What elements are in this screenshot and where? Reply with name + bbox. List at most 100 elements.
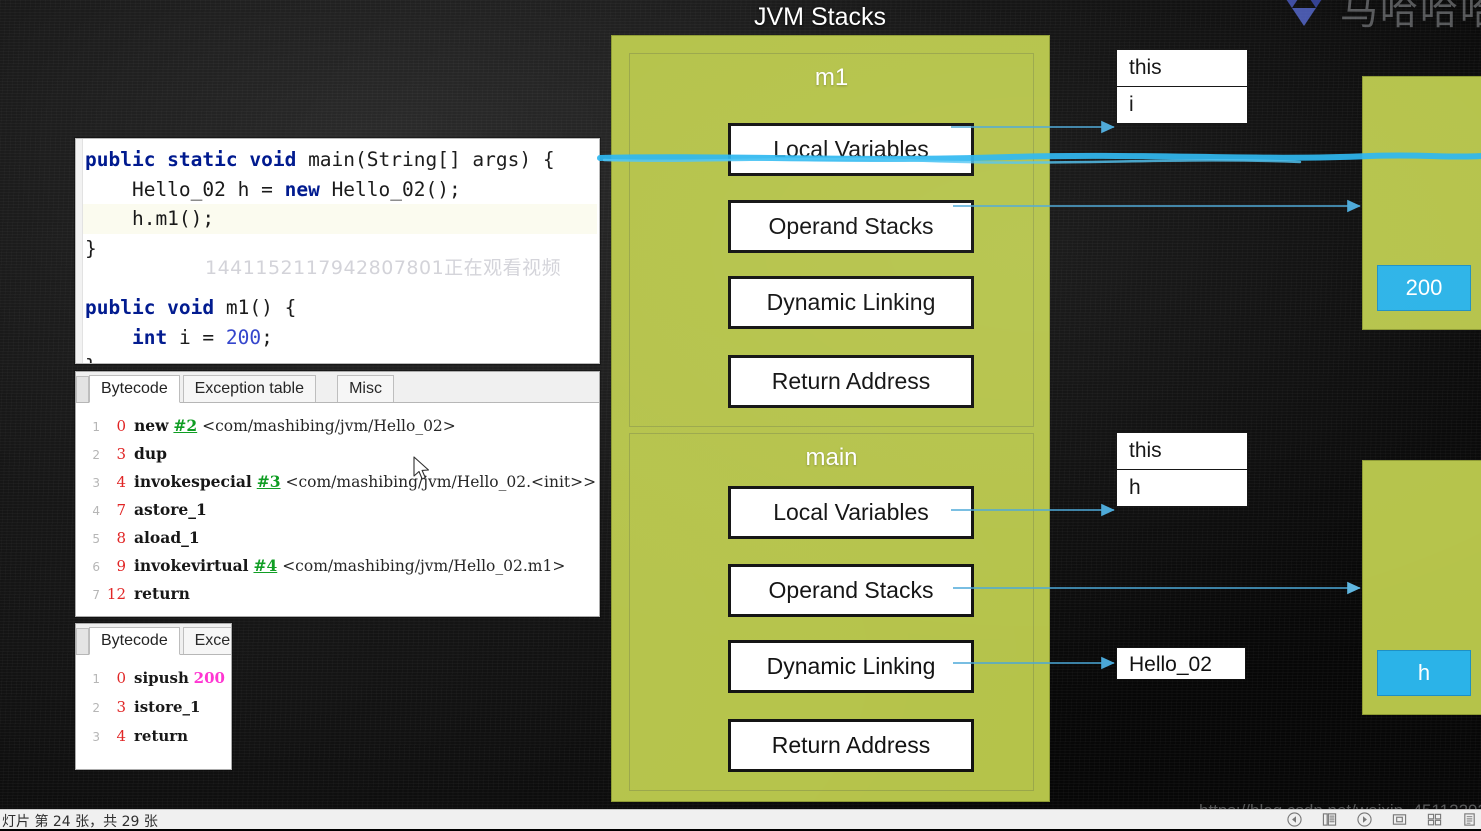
next-slide-icon[interactable]	[1357, 812, 1372, 827]
row-line-number: 3	[92, 476, 100, 490]
brand-logo: 马哈哈哈	[1268, 0, 1481, 42]
row-argument: <com/mashibing/jvm/Hello_02.m1>	[282, 557, 566, 575]
m1-dynamic-linking-slot: Dynamic Linking	[728, 276, 974, 329]
stack-frame-m1-title: m1	[814, 64, 849, 91]
bytecode-row[interactable]: 2 3 dup	[76, 440, 599, 468]
tab-bytecode[interactable]: Bytecode	[89, 375, 180, 403]
tab-exception-table[interactable]: Exception table	[182, 375, 316, 402]
operand-value-200: 200	[1377, 265, 1471, 311]
row-offset: 7	[116, 501, 126, 519]
row-offset: 12	[106, 585, 126, 603]
reading-view-icon[interactable]	[1392, 812, 1407, 827]
tab-exce[interactable]: Exce	[182, 627, 231, 654]
row-constant-ref[interactable]: #2	[173, 416, 197, 435]
main-local-h: h	[1129, 476, 1141, 499]
bytecode-row[interactable]: 7 12 return	[76, 580, 599, 608]
operand-value-h: h	[1377, 650, 1471, 696]
m1-local-this: this	[1117, 50, 1247, 87]
m1-local-variable-table: this i	[1116, 49, 1248, 124]
bytecode-row[interactable]: 3 4 invokespecial #3 <com/mashibing/jvm/He…	[76, 468, 599, 496]
row-opcode: invokespecial	[134, 472, 252, 491]
bytecode-row[interactable]: 3 4 return	[76, 722, 231, 751]
row-opcode: astore_1	[134, 500, 207, 519]
jvm-stacks-title: JVM Stacks	[754, 3, 886, 31]
bytecode-row[interactable]: 5 8 aload_1	[76, 524, 599, 552]
row-line-number: 3	[92, 730, 100, 744]
m1-operand-stacks-slot: Operand Stacks	[728, 200, 974, 253]
row-argument: <com/mashibing/jvm/Hello_02>	[202, 417, 456, 435]
stack-frame-main-title: main	[805, 444, 858, 471]
operand-stack-block-m1: 200	[1362, 76, 1481, 330]
row-opcode: dup	[134, 444, 167, 463]
row-offset: 9	[116, 557, 126, 575]
row-constant-ref[interactable]: #3	[257, 472, 281, 491]
slide-counter: 灯片 第 24 张，共 29 张	[2, 814, 158, 830]
code-line: }	[85, 352, 599, 363]
row-line-number: 7	[92, 588, 100, 602]
dynamic-linking-target-label: Hello_02	[1116, 647, 1246, 680]
row-line-number: 6	[92, 560, 100, 574]
tabbar-stub-m1	[76, 628, 89, 654]
main-operand-stacks-slot: Operand Stacks	[728, 564, 974, 617]
bytecode-row[interactable]: 4 7 astore_1	[76, 496, 599, 524]
row-opcode: sipush	[134, 669, 189, 687]
row-line-number: 4	[92, 504, 100, 518]
stack-frame-main: main Local Variables Operand Stacks Dyna…	[629, 433, 1034, 791]
row-opcode: istore_1	[134, 698, 201, 716]
m1-return-address-slot: Return Address	[728, 355, 974, 408]
row-opcode: invokevirtual	[134, 556, 249, 575]
code-line: Hello_02 h = new Hello_02();	[85, 177, 461, 201]
slideshow-canvas: 马哈哈哈 public static void main(String[] ar…	[0, 0, 1481, 829]
code-editor-panel: public static void main(String[] args) {…	[75, 138, 600, 364]
bytecode-row[interactable]: 1 0 new #2 <com/mashibing/jvm/Hello_02>	[76, 412, 599, 440]
notes-icon[interactable]	[1462, 812, 1477, 827]
bytecode-row[interactable]: 6 9 invokevirtual #4 <com/mashibing/jvm/He…	[76, 552, 599, 580]
brand-logo-text: 马哈哈哈	[1340, 0, 1481, 33]
row-offset: 4	[116, 727, 126, 745]
row-opcode: return	[134, 727, 189, 745]
row-offset: 4	[116, 473, 126, 491]
code-line: int i = 200;	[131, 325, 273, 349]
stack-frame-m1: m1 Local Variables Operand Stacks Dynami…	[629, 53, 1034, 427]
tab-misc[interactable]: Misc	[337, 375, 394, 402]
tabbar-stub	[76, 376, 89, 402]
editor-gutter	[76, 139, 83, 363]
bytecode-instruction-list-m1: 1 0 sipush 200 2 3 istore_1 3 4 return	[76, 655, 231, 751]
main-dynamic-linking-slot: Dynamic Linking	[728, 640, 974, 693]
bytecode-row[interactable]: 1 0 sipush 200	[76, 664, 231, 693]
row-offset: 0	[116, 417, 126, 435]
main-local-this: this	[1117, 433, 1247, 470]
row-argument: <com/mashibing/jvm/Hello_02.<init>>	[285, 473, 597, 491]
normal-view-icon[interactable]	[1322, 812, 1337, 827]
jvm-stacks-container: m1 Local Variables Operand Stacks Dynami…	[611, 35, 1050, 802]
status-bar-icons	[1287, 810, 1477, 829]
tab-bytecode[interactable]: Bytecode	[89, 627, 180, 655]
row-line-number: 2	[92, 448, 100, 462]
code-line: h.m1();	[85, 207, 215, 231]
bytecode-row[interactable]: 2 3 istore_1	[76, 693, 231, 722]
row-line-number: 1	[92, 672, 100, 686]
source-code: public static void main(String[] args) {…	[85, 145, 599, 363]
row-offset: 8	[116, 529, 126, 547]
row-literal: 200	[193, 669, 225, 687]
row-opcode: return	[134, 584, 190, 603]
slide-sorter-icon[interactable]	[1427, 812, 1442, 827]
row-line-number: 1	[92, 420, 100, 434]
main-local-variable-table: this h	[1116, 432, 1248, 507]
bytecode-tabbar: Bytecode Exception table Misc	[76, 372, 599, 403]
bytecode-panel-main: Bytecode Exception table Misc 1 0 new #2 <co…	[75, 371, 600, 617]
operand-stack-block-main: h	[1362, 460, 1481, 715]
code-line: public void m1() {	[85, 295, 297, 319]
row-constant-ref[interactable]: #4	[253, 556, 277, 575]
row-line-number: 2	[92, 701, 100, 715]
row-offset: 3	[116, 445, 126, 463]
row-offset: 0	[116, 669, 126, 687]
code-line: }	[85, 236, 97, 260]
previous-slide-icon[interactable]	[1287, 812, 1302, 827]
m1-local-i: i	[1129, 93, 1134, 116]
code-line: public static void main(String[] args) {	[85, 148, 555, 171]
powerpoint-status-bar: 灯片 第 24 张，共 29 张	[0, 809, 1481, 830]
bytecode-tabbar-m1: Bytecode Exce	[76, 624, 231, 655]
row-offset: 3	[116, 698, 126, 716]
